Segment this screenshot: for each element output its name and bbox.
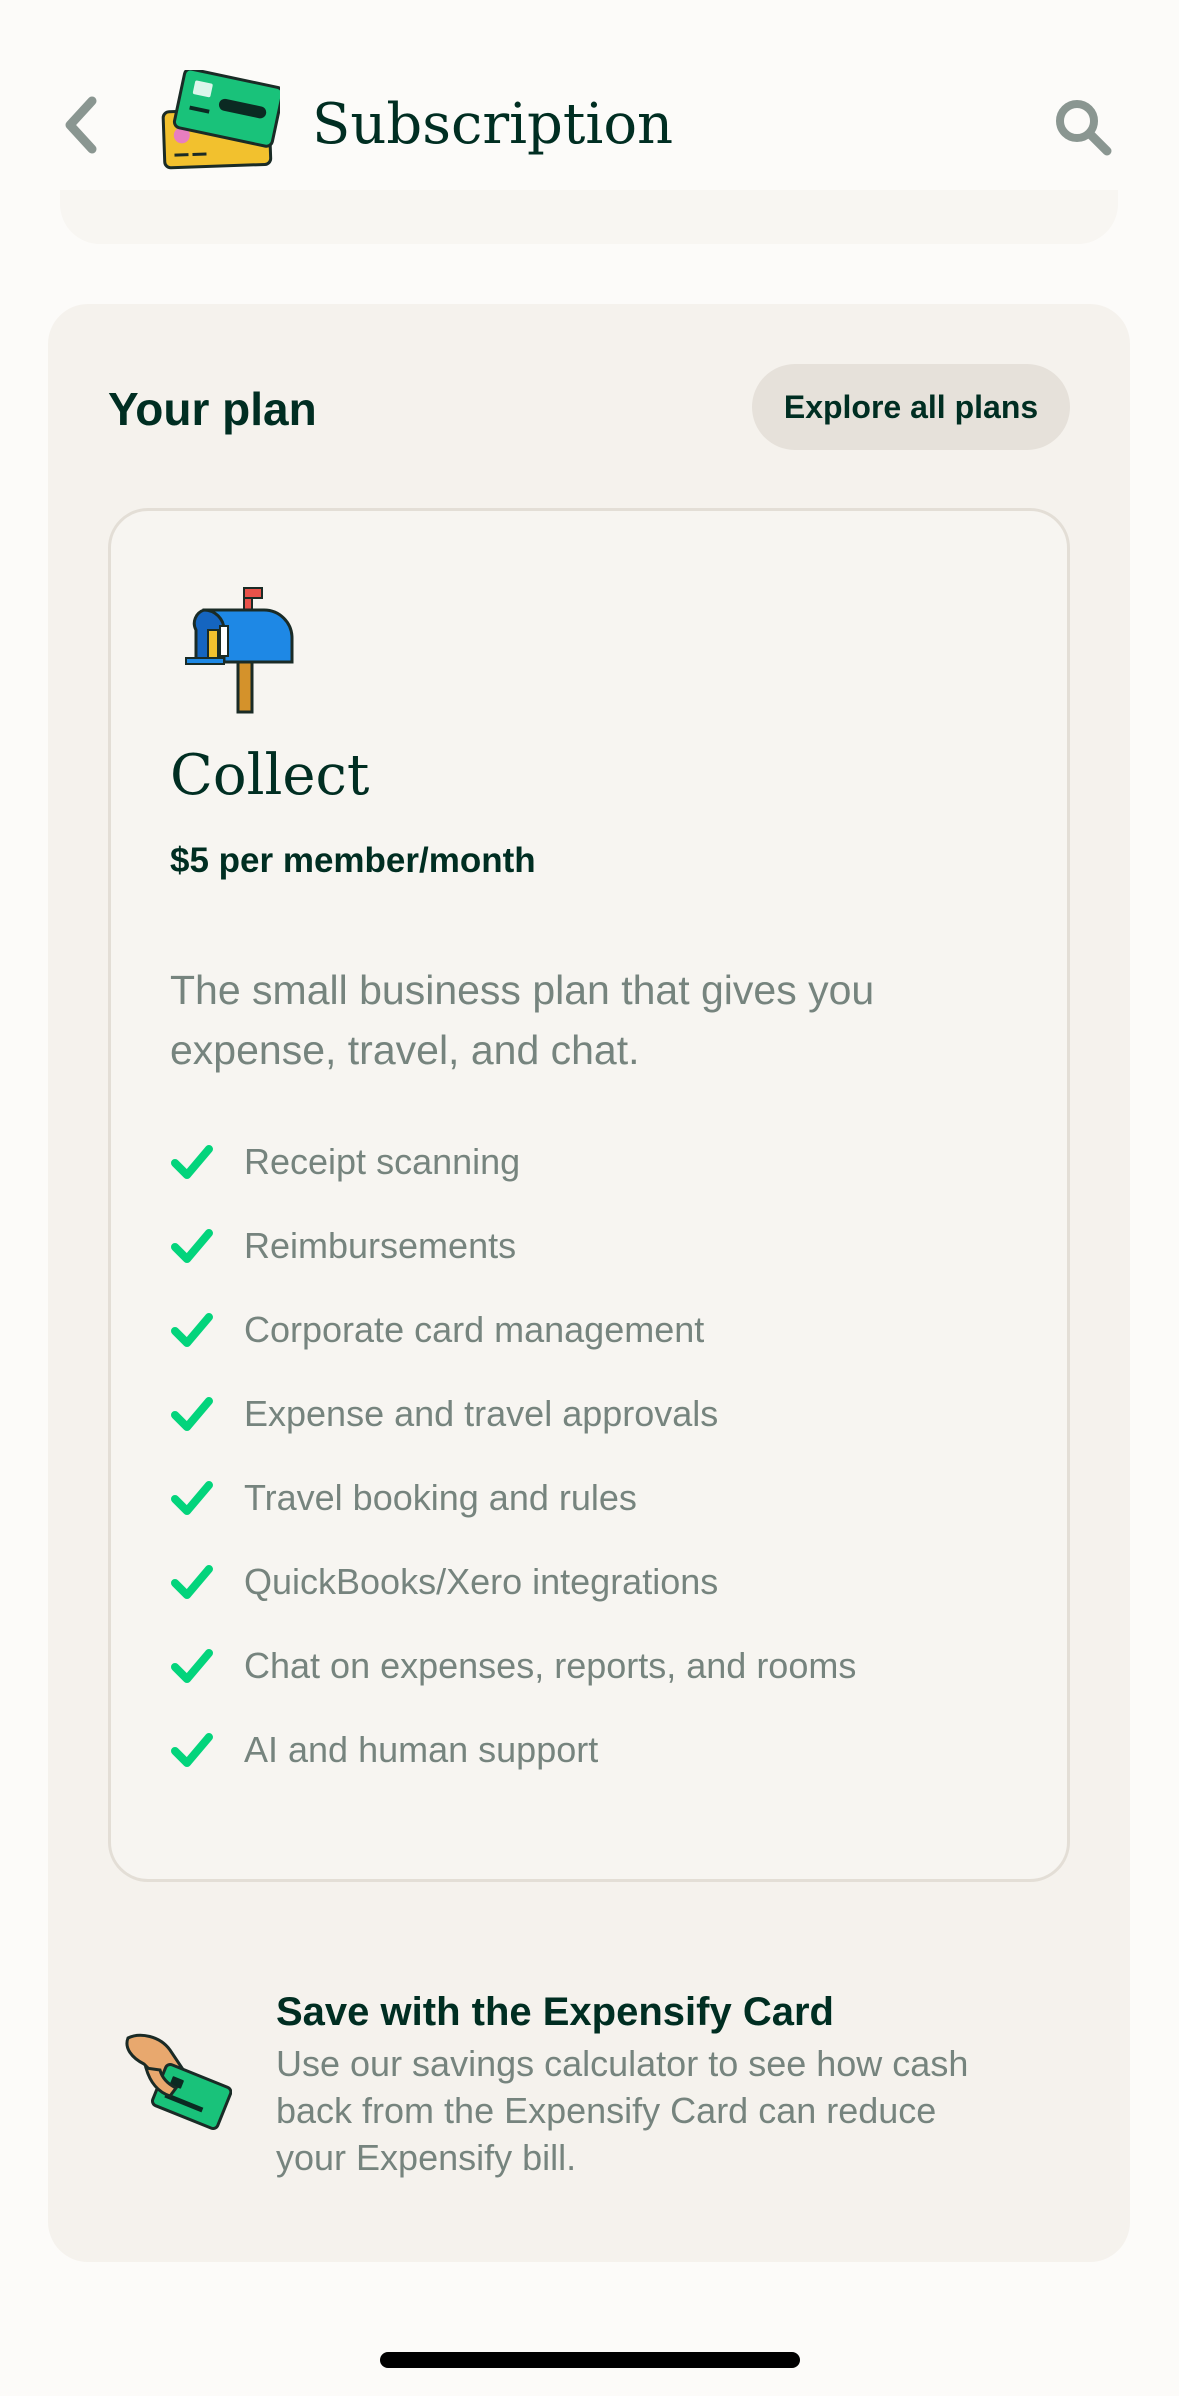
chevron-left-icon: [65, 96, 97, 154]
checkmark-icon: [171, 1229, 213, 1263]
checkmark-icon: [171, 1733, 213, 1767]
feature-item: Reimbursements: [170, 1204, 1030, 1288]
promo-body: Use our savings calculator to see how ca…: [276, 2043, 969, 2178]
feature-item: Chat on expenses, reports, and rooms: [170, 1624, 1030, 1708]
feature-item: Corporate card management: [170, 1288, 1030, 1372]
credit-cards-icon: [161, 70, 280, 170]
feature-label: Expense and travel approvals: [244, 1393, 719, 1434]
plan-price: $5 per member/month: [170, 841, 536, 880]
feature-item: Expense and travel approvals: [170, 1372, 1030, 1456]
checkmark-icon: [171, 1481, 213, 1515]
section-title: Your plan: [108, 383, 317, 435]
expensify-card-promo[interactable]: Save with the Expensify Card Use our sav…: [120, 1980, 1080, 2180]
promo-title: Save with the Expensify Card: [276, 1990, 834, 2034]
back-button[interactable]: [52, 88, 108, 162]
previous-card-edge: [60, 190, 1118, 244]
feature-item: QuickBooks/Xero integrations: [170, 1540, 1030, 1624]
feature-label: QuickBooks/Xero integrations: [244, 1561, 719, 1602]
checkmark-icon: [171, 1145, 213, 1179]
page-title: Subscription: [312, 92, 674, 157]
checkmark-icon: [171, 1313, 213, 1347]
plan-name: Collect: [170, 743, 370, 808]
feature-list: Receipt scanning Reimbursements Corporat…: [170, 1120, 1030, 1792]
checkmark-icon: [171, 1565, 213, 1599]
feature-label: Travel booking and rules: [244, 1477, 637, 1518]
feature-label: Reimbursements: [244, 1225, 517, 1266]
explore-all-plans-button[interactable]: Explore all plans: [752, 364, 1070, 450]
feature-item: Travel booking and rules: [170, 1456, 1030, 1540]
feature-label: AI and human support: [244, 1729, 599, 1770]
feature-item: Receipt scanning: [170, 1120, 1030, 1204]
checkmark-icon: [171, 1649, 213, 1683]
feature-label: Chat on expenses, reports, and rooms: [244, 1645, 857, 1686]
search-button[interactable]: [1052, 96, 1114, 158]
hand-holding-card-icon: [125, 2033, 232, 2131]
feature-item: AI and human support: [170, 1708, 1030, 1792]
checkmark-icon: [171, 1397, 213, 1431]
feature-label: Receipt scanning: [244, 1141, 521, 1182]
feature-label: Corporate card management: [244, 1309, 705, 1350]
mailbox-icon: [185, 587, 294, 714]
plan-description: The small business plan that gives you e…: [170, 967, 875, 1073]
search-icon: [1056, 100, 1112, 156]
home-indicator[interactable]: [380, 2352, 800, 2368]
